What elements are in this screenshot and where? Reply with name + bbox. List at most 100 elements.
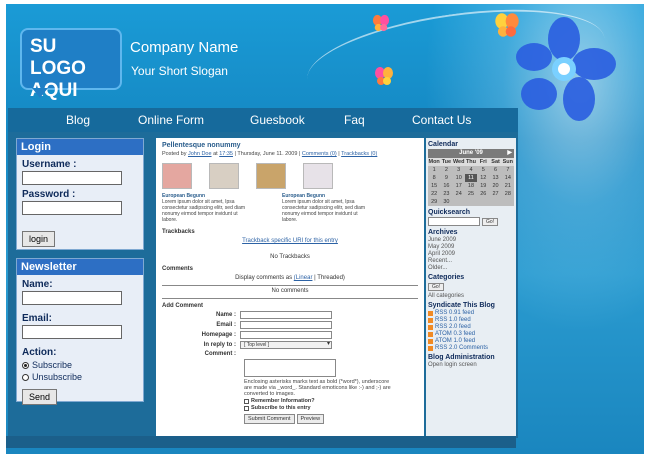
butterfly-icon [372,14,390,32]
feed-link[interactable]: ATOM 1.0 feed [428,338,514,344]
rss-icon [428,345,433,351]
photo-thumbnail[interactable] [256,163,286,189]
submit-comment-button[interactable]: Submit Comment [244,414,295,424]
radio-empty-icon [22,373,29,381]
comments-link[interactable]: Comments (0) [302,151,337,157]
password-input[interactable] [22,201,122,215]
calendar-day[interactable]: 30 [440,198,452,206]
calendar-day[interactable]: 15 [428,182,440,190]
calendar-day[interactable]: 26 [477,190,489,198]
archive-link[interactable]: Older... [428,265,514,271]
archive-link[interactable]: May 2009 [428,244,514,250]
login-button[interactable]: login [22,231,56,247]
send-button[interactable]: Send [22,389,58,405]
post-title[interactable]: Pellentesque nonummy [162,142,418,149]
newsletter-name-input[interactable] [22,291,122,305]
calendar-day[interactable]: 6 [489,166,501,174]
newsletter-email-input[interactable] [22,325,122,339]
calendar-day[interactable]: 11 [464,174,478,182]
feed-link[interactable]: RSS 0.91 feed [428,310,514,316]
calendar-day[interactable]: 1 [428,166,440,174]
calendar-day[interactable]: 14 [502,174,514,182]
feed-link[interactable]: RSS 1.0 feed [428,317,514,323]
calendar-day[interactable]: 23 [440,190,452,198]
unsubscribe-radio[interactable]: Unsubscribe [22,372,138,382]
calendar-day[interactable]: 8 [428,174,440,182]
threaded-option[interactable]: | Threaded) [314,275,345,281]
comment-name-input[interactable] [240,311,332,319]
feed-link[interactable]: RSS 2.0 feed [428,324,514,330]
blog-admin-heading: Blog Administration [428,354,495,361]
meta-sep: | [338,151,340,157]
calendar-day[interactable]: 20 [489,182,501,190]
nav-blog[interactable]: Blog [66,113,90,127]
time-link[interactable]: 17:35 [219,151,233,157]
calendar-day[interactable]: 17 [453,182,465,190]
quicksearch-input[interactable] [428,217,480,226]
next-month-icon[interactable]: ▶ [507,149,512,158]
calendar-day[interactable]: 18 [465,182,477,190]
remember-checkbox[interactable]: Remember Information? [244,398,424,404]
all-categories-link[interactable]: All categories [428,293,514,299]
rss-icon [428,324,433,330]
calendar-day[interactable]: 24 [453,190,465,198]
username-input[interactable] [22,171,122,185]
calendar-day[interactable]: 10 [453,174,465,182]
calendar-day[interactable]: 3 [453,166,465,174]
calendar-day[interactable]: 21 [502,182,514,190]
calendar-day[interactable]: 9 [440,174,452,182]
nav-faq[interactable]: Faq [344,113,365,127]
calendar-day[interactable]: 22 [428,190,440,198]
calendar-day[interactable]: 16 [440,182,452,190]
archive-link[interactable]: June 2009 [428,237,514,243]
trackback-uri-link[interactable]: Trackback specific URI for this entry [242,238,338,244]
linear-link[interactable]: (Linear [294,275,313,281]
calendar-day[interactable]: 13 [489,174,501,182]
nav-online-form[interactable]: Online Form [138,113,204,127]
calendar-day[interactable]: 2 [440,166,452,174]
quicksearch-go-button[interactable]: Go! [482,217,499,226]
calendar-day[interactable]: 5 [477,166,489,174]
calendar-day[interactable]: 28 [502,190,514,198]
open-login-link[interactable]: Open login screen [428,362,514,368]
calendar-day[interactable]: 19 [477,182,489,190]
reply-to-select[interactable]: [ Top level ] [240,341,332,349]
comment-email-input[interactable] [240,321,332,329]
categories-go-button[interactable]: Go! [428,283,445,291]
feed-link[interactable]: RSS 2.0 Comments [428,345,514,351]
logo[interactable]: SU LOGO AQUI [20,28,122,101]
calendar-day[interactable]: 4 [465,166,477,174]
nav-guesbook[interactable]: Guesbook [250,113,305,127]
comment-textarea[interactable] [244,359,336,377]
checkbox-icon [244,398,249,404]
calendar-day[interactable]: 7 [502,166,514,174]
nav-contact-us[interactable]: Contact Us [412,113,471,127]
trackbacks-link[interactable]: Trackbacks (0) [341,151,377,157]
caption-2: European Begunn Lorem ipsum dolor sit am… [282,193,372,223]
password-label: Password : [22,189,76,200]
preview-button[interactable]: Preview [296,414,325,424]
photo-thumbnail[interactable] [162,163,192,189]
photo-thumbnail[interactable] [209,163,239,189]
calendar-day[interactable]: 27 [489,190,501,198]
homepage-input[interactable] [240,331,332,339]
comment-label: Comment : [204,351,236,357]
subscribe-radio[interactable]: Subscribe [22,360,138,370]
calendar-weekday: Sun [501,158,514,166]
content-area: Login Username : Password : login Newsle… [8,132,518,438]
archive-link[interactable]: Recent... [428,258,514,264]
calendar-day[interactable]: 12 [477,174,489,182]
calendar-weekday: Thu [464,158,478,166]
calendar-day[interactable]: 29 [428,198,440,206]
subscribe-entry-checkbox[interactable]: Subscribe to this entry [244,405,424,411]
username-label: Username : [22,159,77,170]
archive-link[interactable]: April 2009 [428,251,514,257]
author-link[interactable]: John Doe [188,151,212,157]
categories-heading: Categories [428,274,465,281]
feed-label: RSS 2.0 feed [435,324,471,330]
newsletter-title: Newsletter [17,259,143,275]
feed-link[interactable]: ATOM 0.3 feed [428,331,514,337]
photo-thumbnail[interactable] [303,163,333,189]
archives-heading: Archives [428,229,458,236]
calendar-day[interactable]: 25 [465,190,477,198]
